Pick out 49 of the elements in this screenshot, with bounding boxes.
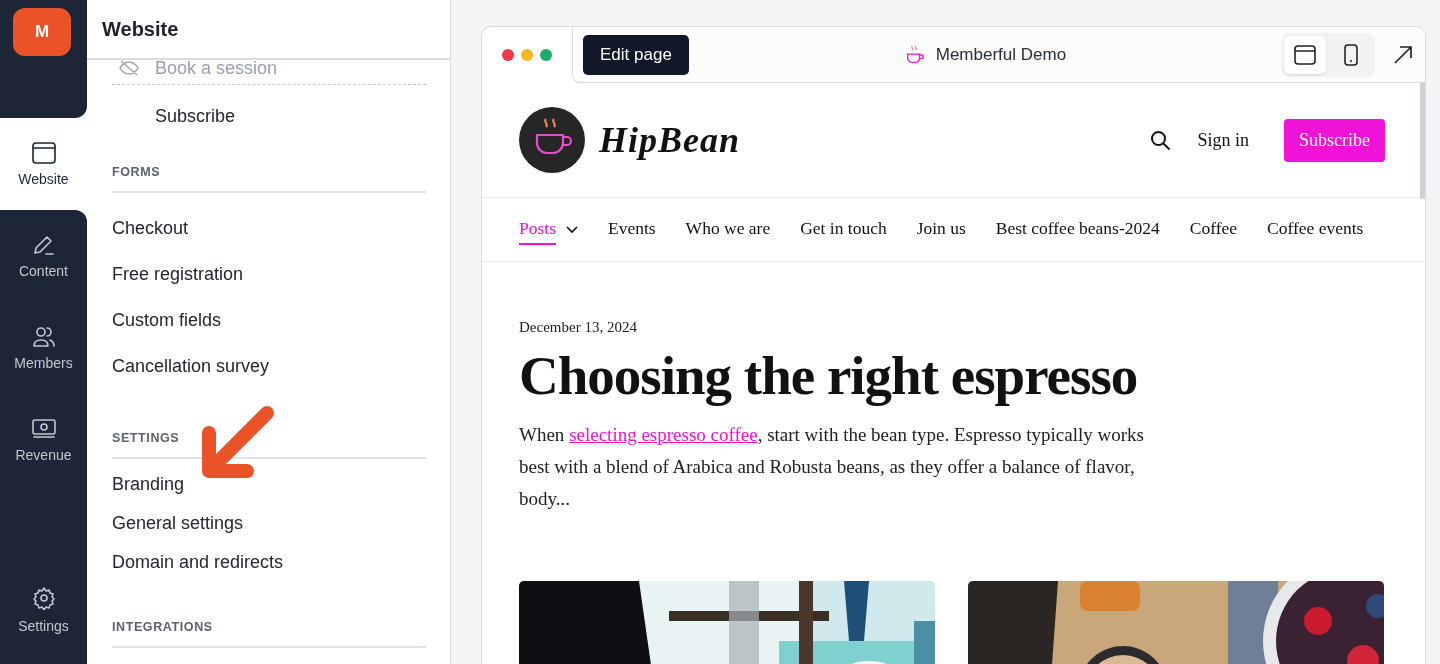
section-heading: INTEGRATIONS	[112, 582, 426, 648]
open-external-button[interactable]	[1393, 44, 1413, 65]
browser-window-icon	[30, 141, 57, 165]
menu-item[interactable]: Branding	[112, 465, 426, 504]
page-item[interactable]: Subscribe	[155, 105, 236, 127]
desktop-view-button[interactable]	[1284, 35, 1326, 74]
minimize-dot[interactable]	[521, 49, 533, 61]
scrollbar[interactable]	[1420, 83, 1425, 199]
post-date: December 13, 2024	[519, 319, 638, 336]
section-heading: FORMS	[112, 147, 426, 193]
brand-name[interactable]: HipBean	[599, 119, 1151, 161]
nav-item[interactable]: Revenue	[0, 394, 87, 486]
close-dot[interactable]	[502, 49, 514, 61]
caret-icon[interactable]	[565, 225, 578, 234]
settings-icon	[31, 586, 56, 610]
menu-item[interactable]: Custom fields	[112, 297, 426, 343]
nav-link[interactable]: Get in touch	[800, 214, 887, 245]
nav-link[interactable]: Coffee events	[1267, 214, 1364, 245]
inline-link[interactable]: selecting espresso coffee	[569, 423, 758, 445]
menu-item[interactable]: Checkout	[112, 205, 426, 251]
post-title[interactable]: Choosing the right espresso	[519, 346, 1384, 407]
menu-item[interactable]: Free registration	[112, 251, 426, 297]
search-icon[interactable]	[1150, 129, 1172, 151]
nav-link[interactable]: Best coffee beans-2024	[995, 214, 1160, 245]
people-icon	[30, 325, 57, 349]
nav-link[interactable]: Who we are	[685, 214, 771, 245]
cash-icon	[30, 417, 57, 441]
nav-link[interactable]: Events	[607, 214, 656, 245]
menu-item[interactable]: Cancellation survey	[112, 343, 426, 389]
phone-icon	[1344, 43, 1358, 66]
menu-item[interactable]: Domain and redirects	[112, 543, 426, 582]
edit-page-button[interactable]: Edit page	[583, 34, 689, 75]
nav-link[interactable]: Posts	[519, 214, 556, 245]
logo[interactable]: M	[13, 8, 71, 56]
browser-window-icon	[1294, 44, 1316, 65]
settings-item[interactable]: Settings	[18, 586, 69, 634]
panel-title: Website	[102, 17, 179, 41]
subscribe-button[interactable]: Subscribe	[1284, 118, 1385, 162]
section-heading: SETTINGS	[112, 389, 426, 459]
post-excerpt: When selecting espresso coffee, start with the bean type. Espresso typically works best with a blend of Arabica and Robusta beans, as they offer a balance of flavor, body...	[519, 422, 1145, 511]
nav-item[interactable]: Members	[0, 302, 87, 394]
nav-link[interactable]: Join us	[916, 214, 966, 245]
maximize-dot[interactable]	[540, 49, 552, 61]
coffee-logo-icon	[519, 107, 585, 173]
nav-item[interactable]: Content	[0, 210, 87, 302]
site-name: Memberful Demo	[935, 44, 1067, 65]
sign-in-link[interactable]: Sign in	[1197, 129, 1249, 151]
nav-link[interactable]: Coffee	[1189, 214, 1237, 245]
menu-item[interactable]: General settings	[112, 504, 426, 543]
